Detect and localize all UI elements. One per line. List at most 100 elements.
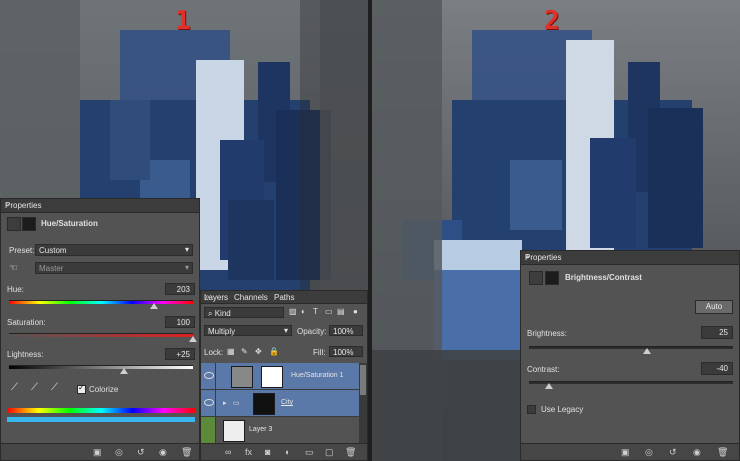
group-expand-icon[interactable]: ▸ bbox=[223, 399, 227, 407]
preset-select[interactable]: Custom ▾ bbox=[35, 244, 193, 256]
search-icon: ⌕ bbox=[208, 309, 213, 318]
layers-scrollbar[interactable] bbox=[359, 363, 367, 445]
filter-smart-object-icon[interactable]: ▤ bbox=[337, 307, 345, 316]
saturation-slider-track[interactable] bbox=[9, 333, 193, 337]
filter-adjustment-icon[interactable]: ◐ bbox=[301, 307, 306, 316]
fill-label: Fill: bbox=[313, 348, 326, 357]
mask-thumbnail bbox=[261, 366, 283, 388]
link-layers-icon[interactable]: ∞ bbox=[225, 447, 231, 457]
folder-icon: ▭ bbox=[233, 400, 240, 407]
layer-row-city[interactable]: ▸ ▭ City bbox=[201, 390, 359, 417]
mask-icon[interactable] bbox=[545, 271, 559, 285]
clip-to-layer-icon[interactable]: ▣ bbox=[621, 447, 630, 458]
filter-kind-select[interactable]: ⌕ Kind bbox=[204, 307, 284, 318]
preset-value: Custom bbox=[39, 246, 67, 255]
new-layer-icon[interactable]: ▢ bbox=[325, 447, 334, 458]
panel-title-bar: Properties ≡ » bbox=[521, 251, 739, 265]
hue-label: Hue: bbox=[7, 285, 24, 294]
lock-image-icon[interactable]: ✎ bbox=[241, 347, 248, 356]
hue-saturation-panel: Properties » Hue/Saturation Preset: Cust… bbox=[0, 198, 200, 461]
layer-visibility-toggle[interactable] bbox=[201, 363, 216, 389]
brightness-value-field[interactable]: 25 bbox=[701, 326, 733, 339]
preset-label: Preset: bbox=[9, 246, 35, 255]
filter-type-icon[interactable]: T bbox=[313, 307, 318, 316]
adjustment-name: Brightness/Contrast bbox=[565, 273, 642, 282]
channel-select[interactable]: Master ▾ bbox=[35, 262, 193, 274]
layer-name[interactable]: Hue/Saturation 1 bbox=[291, 372, 344, 379]
group-mask-thumbnail bbox=[253, 393, 275, 415]
layer-style-icon[interactable]: fx bbox=[245, 447, 252, 457]
brightness-contrast-panel: Properties ≡ » Brightness/Contrast Auto … bbox=[520, 250, 740, 461]
reset-icon[interactable]: ↺ bbox=[137, 447, 145, 458]
panel-footer: ▣ ◎ ↺ ◉ 🗑 bbox=[1, 443, 199, 460]
filter-pixel-icon[interactable]: ▨ bbox=[289, 307, 297, 316]
view-previous-icon[interactable]: ◎ bbox=[645, 447, 653, 458]
add-mask-icon[interactable]: ◙ bbox=[265, 447, 270, 457]
brightness-slider-track[interactable] bbox=[529, 346, 733, 349]
blend-mode-select[interactable]: Multiply ▾ bbox=[204, 325, 292, 336]
lightness-value-field[interactable]: +25 bbox=[165, 348, 195, 360]
layer-visibility-toggle[interactable] bbox=[201, 390, 216, 416]
new-adjustment-icon[interactable]: ◐ bbox=[285, 447, 290, 457]
hand-tool-icon[interactable]: ☜ bbox=[9, 263, 18, 274]
auto-button[interactable]: Auto bbox=[695, 300, 733, 314]
lock-position-icon[interactable]: ✥ bbox=[255, 347, 262, 356]
hue-value-field[interactable]: 203 bbox=[165, 283, 195, 295]
collapse-icon[interactable]: » bbox=[525, 252, 723, 261]
layers-footer: ∞ fx ◙ ◐ ▭ ▢ 🗑 bbox=[201, 443, 367, 460]
clip-to-layer-icon[interactable]: ▣ bbox=[93, 447, 102, 458]
layer-name[interactable]: City bbox=[281, 399, 293, 406]
hue-slider-thumb[interactable] bbox=[150, 303, 159, 309]
hue-slider-track[interactable] bbox=[9, 300, 193, 304]
contrast-slider-track[interactable] bbox=[529, 381, 733, 384]
colorize-checkbox[interactable] bbox=[77, 383, 86, 394]
layers-panel: Layers Channels Paths » ⌕ Kind ▨ ◐ T ▭ ▤… bbox=[200, 290, 368, 461]
reset-icon[interactable]: ↺ bbox=[669, 447, 677, 458]
panel-footer: ▣ ◎ ↺ ◉ 🗑 bbox=[521, 443, 739, 460]
lightness-slider-track[interactable] bbox=[9, 365, 193, 369]
adjustment-layer-icon bbox=[7, 217, 21, 231]
visibility-icon[interactable]: ◉ bbox=[159, 447, 167, 458]
lightness-slider-thumb[interactable] bbox=[120, 368, 128, 374]
input-color-bar bbox=[7, 408, 195, 413]
step-number-2: 2 bbox=[544, 6, 560, 36]
panel-title-bar: Properties » bbox=[1, 199, 199, 213]
layer-row-layer-3[interactable]: Layer 3 bbox=[201, 417, 359, 444]
layers-tab-bar: Layers Channels Paths » bbox=[201, 291, 367, 304]
delete-icon[interactable]: 🗑 bbox=[181, 447, 192, 458]
eyedropper-icon[interactable]: ⟋ bbox=[11, 382, 18, 393]
view-previous-icon[interactable]: ◎ bbox=[115, 447, 123, 458]
adjustment-name: Hue/Saturation bbox=[41, 219, 98, 228]
delete-layer-icon[interactable]: 🗑 bbox=[345, 447, 356, 458]
new-group-icon[interactable]: ▭ bbox=[305, 447, 314, 458]
filter-toggle-icon[interactable]: ● bbox=[353, 307, 358, 316]
brightness-slider-thumb[interactable] bbox=[643, 348, 652, 354]
layer-name[interactable]: Layer 3 bbox=[249, 426, 272, 433]
lock-transparent-icon[interactable]: ▦ bbox=[227, 347, 235, 356]
mask-icon[interactable] bbox=[22, 217, 36, 231]
opacity-field[interactable]: 100% bbox=[329, 325, 363, 336]
saturation-slider-thumb[interactable] bbox=[189, 336, 197, 342]
lock-label: Lock: bbox=[204, 348, 224, 357]
eyedropper-plus-icon[interactable]: ⟋ bbox=[31, 382, 38, 393]
contrast-value-field[interactable]: -40 bbox=[701, 362, 733, 375]
collapse-icon[interactable]: » bbox=[5, 200, 193, 209]
step-number-1: 1 bbox=[175, 6, 191, 36]
lock-all-icon[interactable]: 🔒 bbox=[269, 347, 279, 356]
layer-row-hue-saturation[interactable]: Hue/Saturation 1 bbox=[201, 363, 359, 390]
colorize-label: Colorize bbox=[89, 385, 119, 394]
fill-field[interactable]: 100% bbox=[329, 346, 363, 357]
layer-visibility-toggle[interactable] bbox=[201, 417, 216, 443]
brightness-adjustment-icon bbox=[529, 271, 543, 285]
visibility-icon[interactable]: ◉ bbox=[693, 447, 701, 458]
collapse-icon[interactable]: » bbox=[205, 292, 361, 301]
saturation-value-field[interactable]: 100 bbox=[165, 316, 195, 328]
contrast-slider-thumb[interactable] bbox=[545, 383, 554, 389]
eyedropper-minus-icon[interactable]: ⟋ bbox=[51, 382, 58, 393]
scrollbar-thumb[interactable] bbox=[360, 365, 366, 395]
contrast-label: Contrast: bbox=[527, 365, 560, 374]
delete-icon[interactable]: 🗑 bbox=[717, 447, 728, 458]
use-legacy-checkbox[interactable] bbox=[527, 405, 536, 414]
fill-value: 100% bbox=[333, 348, 354, 357]
filter-shape-icon[interactable]: ▭ bbox=[325, 307, 333, 316]
